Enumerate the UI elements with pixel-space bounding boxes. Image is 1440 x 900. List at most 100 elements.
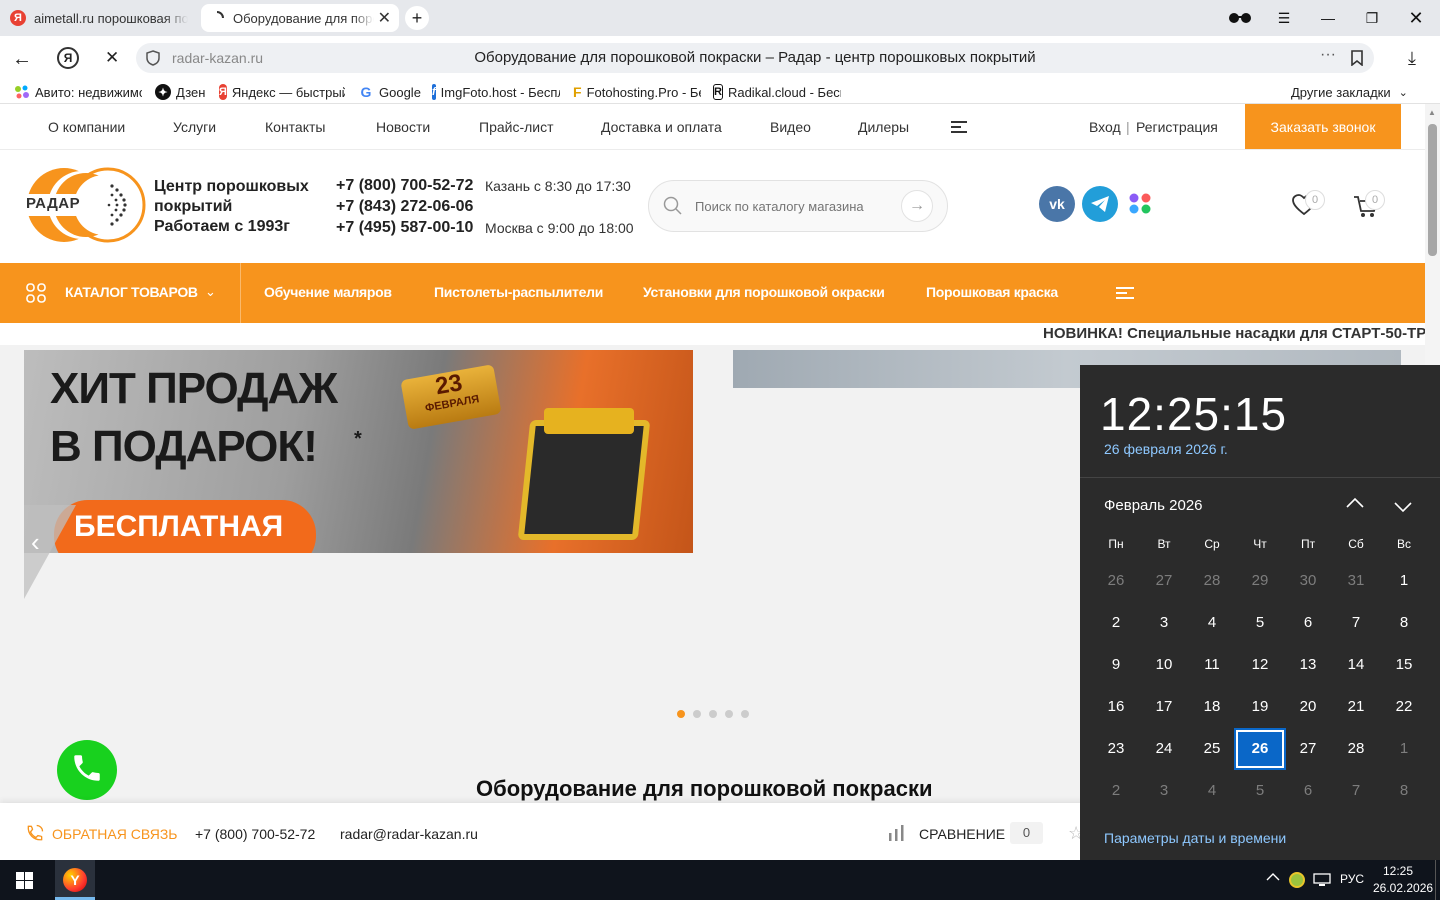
menu-training[interactable]: Обучение маляров <box>264 284 392 300</box>
slider-dot-2[interactable] <box>693 710 701 718</box>
taskbar-yandex-browser[interactable]: Y <box>55 860 95 900</box>
close-window-icon[interactable]: ✕ <box>1394 0 1438 36</box>
news-ticker[interactable]: НОВИНКА! Специальные насадки для СТАРТ-5… <box>1043 325 1425 342</box>
chevron-down-icon[interactable]: ⌄ <box>205 284 216 300</box>
stop-loading-icon[interactable]: ✕ <box>105 48 119 68</box>
minimize-icon[interactable]: — <box>1306 0 1350 36</box>
login-link[interactable]: Вход <box>1089 119 1121 135</box>
nav-pricelist[interactable]: Прайс-лист <box>479 119 554 135</box>
calendar-day[interactable]: 20 <box>1284 688 1332 726</box>
promo-banner[interactable]: ХИТ ПРОДАЖ В ПОДАРОК! * 23 ФЕВРАЛЯ БЕСПЛ… <box>24 350 693 553</box>
telegram-icon[interactable] <box>1082 186 1118 222</box>
bookmark-imgfoto[interactable]: fImgFoto.host - Бесплатный <box>432 83 560 101</box>
flyout-date-link[interactable]: 26 февраля 2026 г. <box>1104 441 1228 457</box>
order-call-button[interactable]: Заказать звонок <box>1245 104 1401 149</box>
calendar-day[interactable]: 17 <box>1140 688 1188 726</box>
slider-dot-5[interactable] <box>741 710 749 718</box>
catalog-button[interactable]: КАТАЛОГ ТОВАРОВ <box>65 284 198 300</box>
nav-dealers[interactable]: Дилеры <box>858 119 909 135</box>
calendar-day[interactable]: 28 <box>1332 730 1380 768</box>
calendar-month-label[interactable]: Февраль 2026 <box>1104 497 1203 514</box>
incognito-glasses-icon[interactable] <box>1218 0 1262 36</box>
bookmark-icon[interactable] <box>1350 50 1364 71</box>
calendar-day[interactable]: 19 <box>1236 688 1284 726</box>
calendar-day[interactable]: 11 <box>1188 646 1236 684</box>
calendar-day[interactable]: 3 <box>1140 604 1188 642</box>
slider-dot-1[interactable] <box>677 710 685 718</box>
vk-icon[interactable]: vk <box>1039 186 1075 222</box>
calendar-day[interactable]: 8 <box>1380 772 1428 810</box>
calendar-day[interactable]: 1 <box>1380 730 1428 768</box>
nav-contacts[interactable]: Контакты <box>265 119 325 135</box>
calendar-day[interactable]: 5 <box>1236 772 1284 810</box>
language-indicator[interactable]: РУС <box>1340 872 1364 886</box>
nav-about[interactable]: О компании <box>48 119 125 135</box>
bookmark-yandex[interactable]: ЯЯндекс — быстрый поиск <box>219 83 345 101</box>
calendar-prev-chevron-up-icon[interactable] <box>1346 493 1364 514</box>
tab-close-icon[interactable]: ✕ <box>378 8 391 28</box>
calendar-day[interactable]: 6 <box>1284 772 1332 810</box>
calendar-day[interactable]: 26 <box>1092 562 1140 600</box>
phone-800[interactable]: +7 (800) 700-52-72 <box>336 177 473 195</box>
calendar-day[interactable]: 8 <box>1380 604 1428 642</box>
show-desktop-button[interactable] <box>1435 860 1436 900</box>
calendar-day[interactable]: 14 <box>1332 646 1380 684</box>
calendar-day[interactable]: 4 <box>1188 772 1236 810</box>
shield-icon[interactable] <box>146 50 160 66</box>
calendar-day[interactable]: 25 <box>1188 730 1236 768</box>
phone-495[interactable]: +7 (495) 587-00-10 <box>336 219 473 237</box>
bookmark-radikal[interactable]: RRadikal.cloud - Бесплатный <box>713 83 841 101</box>
slider-dot-3[interactable] <box>709 710 717 718</box>
search-box[interactable]: → <box>648 180 948 232</box>
menu-powder-paint[interactable]: Порошковая краска <box>926 284 1058 300</box>
nav-news[interactable]: Новости <box>376 119 430 135</box>
calendar-day[interactable]: 13 <box>1284 646 1332 684</box>
calendar-day[interactable]: 12 <box>1236 646 1284 684</box>
calendar-day[interactable]: 28 <box>1188 562 1236 600</box>
calendar-day[interactable]: 4 <box>1188 604 1236 642</box>
calendar-day-today[interactable]: 26 <box>1234 728 1286 770</box>
max-messenger-icon[interactable] <box>1128 192 1154 221</box>
calendar-day[interactable]: 18 <box>1188 688 1236 726</box>
calendar-day[interactable]: 29 <box>1236 562 1284 600</box>
phone-843[interactable]: +7 (843) 272-06-06 <box>336 198 473 216</box>
download-icon[interactable]: ⤓ <box>1408 48 1416 69</box>
back-arrow-icon[interactable]: ← <box>12 48 32 71</box>
register-link[interactable]: Регистрация <box>1136 119 1218 135</box>
date-time-settings-link[interactable]: Параметры даты и времени <box>1104 830 1286 846</box>
compare-link[interactable]: СРАВНЕНИЕ <box>919 826 1005 842</box>
calendar-day[interactable]: 2 <box>1092 772 1140 810</box>
calendar-day[interactable]: 7 <box>1332 604 1380 642</box>
calendar-day[interactable]: 30 <box>1284 562 1332 600</box>
tray-app-icon[interactable] <box>1289 872 1305 888</box>
new-tab-button[interactable]: + <box>405 6 429 30</box>
calendar-day[interactable]: 23 <box>1092 730 1140 768</box>
nav-video[interactable]: Видео <box>770 119 811 135</box>
calendar-day[interactable]: 5 <box>1236 604 1284 642</box>
bookmark-google[interactable]: G Google <box>358 83 421 101</box>
menu-installations[interactable]: Установки для порошковой окраски <box>643 284 885 300</box>
calendar-day[interactable]: 27 <box>1284 730 1332 768</box>
taskbar-clock[interactable]: 12:25 26.02.2026 <box>1373 863 1433 897</box>
nav-more-icon[interactable] <box>951 120 967 139</box>
call-phone-button[interactable] <box>57 740 117 800</box>
nav-services[interactable]: Услуги <box>173 119 216 135</box>
network-icon[interactable] <box>1313 873 1331 892</box>
other-bookmarks[interactable]: Другие закладки ⌄ <box>1291 83 1408 101</box>
calendar-day[interactable]: 22 <box>1380 688 1428 726</box>
slider-prev-arrow-icon[interactable]: ‹ <box>31 527 40 558</box>
calendar-day[interactable]: 2 <box>1092 604 1140 642</box>
calendar-day[interactable]: 24 <box>1140 730 1188 768</box>
menu-spray-guns[interactable]: Пистолеты-распылители <box>434 284 603 300</box>
calendar-day[interactable]: 1 <box>1380 562 1428 600</box>
calendar-day[interactable]: 27 <box>1140 562 1188 600</box>
calendar-day[interactable]: 15 <box>1380 646 1428 684</box>
calendar-day[interactable]: 3 <box>1140 772 1188 810</box>
calendar-day[interactable]: 21 <box>1332 688 1380 726</box>
slider-dot-4[interactable] <box>725 710 733 718</box>
radar-logo[interactable]: РАДАР <box>24 166 146 244</box>
yandex-home-icon[interactable]: Я <box>57 47 79 69</box>
calendar-day[interactable]: 31 <box>1332 562 1380 600</box>
bookmark-dzen[interactable]: ✦ Дзен <box>155 83 205 101</box>
tab-radar-active[interactable]: Оборудование для порошковой покраски ✕ <box>201 4 399 32</box>
